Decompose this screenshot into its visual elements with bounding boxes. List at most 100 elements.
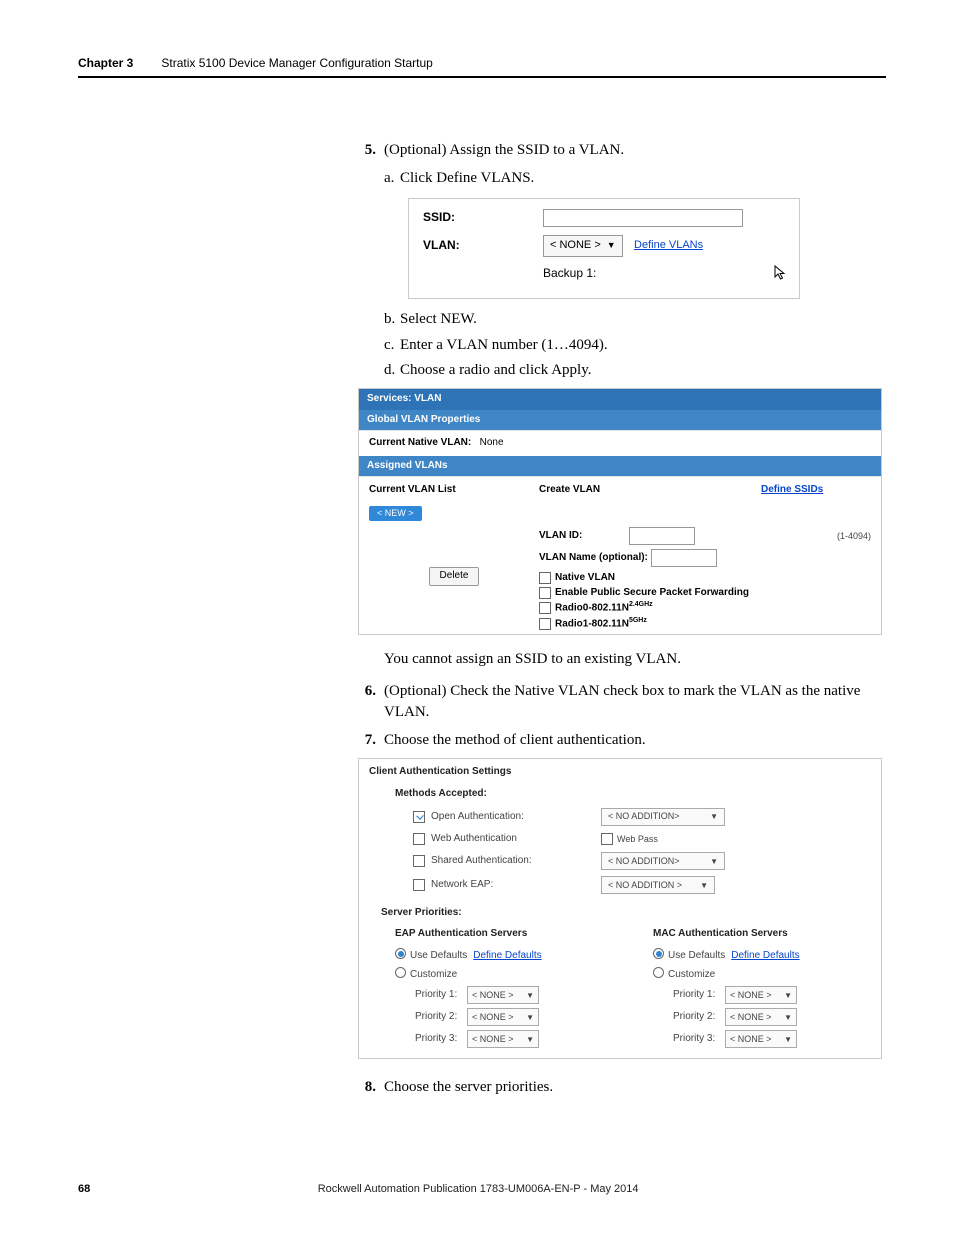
web-pass-label: Web Pass (617, 833, 658, 846)
mac-priority2-select[interactable]: < NONE >▼ (725, 1008, 797, 1026)
network-eap-select[interactable]: < NO ADDITION >▼ (601, 876, 715, 894)
eap-use-defaults-radio[interactable] (395, 948, 406, 959)
mac-use-defaults-radio[interactable] (653, 948, 664, 959)
step-text: (Optional) Assign the SSID to a VLAN. (384, 140, 624, 162)
chevron-down-icon: ▼ (700, 880, 708, 892)
chevron-down-icon: ▼ (526, 1012, 534, 1024)
open-auth-checkbox[interactable] (413, 811, 425, 823)
delete-button[interactable]: Delete (429, 567, 480, 586)
step-5d: d.Choose a radio and click Apply. (384, 360, 886, 382)
chapter-title: Stratix 5100 Device Manager Configuratio… (161, 56, 432, 70)
priority3-label: Priority 3: (673, 1032, 725, 1047)
priority1-label: Priority 1: (673, 988, 725, 1003)
chevron-down-icon: ▼ (607, 239, 616, 252)
create-vlan-header: Create VLAN (539, 483, 761, 498)
eap-priority2-select[interactable]: < NONE >▼ (467, 1008, 539, 1026)
open-auth-label: Open Authentication: (431, 810, 601, 825)
client-auth-title: Client Authentication Settings (369, 765, 871, 780)
eap-priority3-select[interactable]: < NONE >▼ (467, 1030, 539, 1048)
ssid-label: SSID: (423, 209, 543, 226)
mac-priority3-select[interactable]: < NONE >▼ (725, 1030, 797, 1048)
page-header: Chapter 3 Stratix 5100 Device Manager Co… (78, 56, 886, 78)
current-vlan-list-header: Current VLAN List (369, 483, 539, 498)
chevron-down-icon: ▼ (710, 811, 718, 823)
cursor-icon (774, 265, 785, 281)
shared-auth-label: Shared Authentication: (431, 854, 601, 869)
step-text: Choose the method of client authenticati… (384, 730, 646, 752)
vlan-select-value: < NONE > (550, 238, 601, 254)
vlan-name-label: VLAN Name (optional): (539, 551, 648, 566)
substep-text: Click Define VLANS. (400, 170, 534, 186)
web-auth-checkbox[interactable] (413, 833, 425, 845)
step-text: (Optional) Check the Native VLAN check b… (384, 681, 886, 725)
ssid-input[interactable] (543, 209, 743, 227)
vlan-name-input[interactable] (651, 549, 717, 567)
priority1-label: Priority 1: (415, 988, 467, 1003)
global-vlan-properties-header: Global VLAN Properties (359, 410, 881, 431)
radio1-checkbox[interactable] (539, 618, 551, 630)
current-native-vlan-value: None (480, 437, 504, 448)
chevron-down-icon: ▼ (526, 1034, 534, 1046)
chevron-down-icon: ▼ (784, 990, 792, 1002)
step-6: 6. (Optional) Check the Native VLAN chec… (358, 681, 886, 725)
web-auth-label: Web Authentication (431, 832, 601, 847)
use-defaults-label: Use Defaults (410, 950, 467, 961)
screenshot-ssid-vlan: SSID: VLAN: < NONE > ▼ Define VLANs Back… (408, 198, 800, 299)
step-text: Choose the server priorities. (384, 1077, 553, 1099)
step-5a: a.Click Define VLANS. (384, 168, 886, 190)
customize-label: Customize (410, 969, 457, 980)
open-auth-select[interactable]: < NO ADDITION>▼ (601, 808, 725, 826)
chevron-down-icon: ▼ (710, 856, 718, 868)
mac-priority1-select[interactable]: < NONE >▼ (725, 986, 797, 1004)
eap-servers-header: EAP Authentication Servers (395, 927, 613, 942)
mac-define-defaults-link[interactable]: Define Defaults (731, 950, 799, 961)
chapter-label: Chapter 3 (78, 56, 133, 70)
step-5b: b.Select NEW. (384, 309, 886, 331)
eap-customize-radio[interactable] (395, 967, 406, 978)
eap-define-defaults-link[interactable]: Define Defaults (473, 950, 541, 961)
step-number: 8. (358, 1077, 376, 1099)
page-footer: 68 Rockwell Automation Publication 1783-… (0, 1183, 954, 1195)
substep-text: Enter a VLAN number (1…4094). (400, 337, 608, 353)
define-vlans-link[interactable]: Define VLANs (634, 239, 703, 251)
panel-title: Services: VLAN (359, 389, 881, 410)
customize-label: Customize (668, 969, 715, 980)
use-defaults-label: Use Defaults (668, 950, 725, 961)
vlan-select[interactable]: < NONE > ▼ (543, 235, 623, 257)
step-7: 7. Choose the method of client authentic… (358, 730, 886, 752)
step-5: 5. (Optional) Assign the SSID to a VLAN. (358, 140, 886, 162)
epspf-label: Enable Public Secure Packet Forwarding (555, 586, 749, 601)
new-button[interactable]: < NEW > (369, 506, 422, 521)
epspf-checkbox[interactable] (539, 587, 551, 599)
shared-auth-select[interactable]: < NO ADDITION>▼ (601, 852, 725, 870)
eap-priority1-select[interactable]: < NONE >▼ (467, 986, 539, 1004)
native-vlan-checkbox[interactable] (539, 572, 551, 584)
methods-accepted-header: Methods Accepted: (395, 787, 871, 802)
define-ssids-link[interactable]: Define SSIDs (761, 484, 823, 495)
screenshot-services-vlan: Services: VLAN Global VLAN Properties Cu… (358, 388, 882, 635)
eap-column: EAP Authentication Servers Use Defaults D… (395, 927, 613, 1049)
chevron-down-icon: ▼ (784, 1012, 792, 1024)
chevron-down-icon: ▼ (526, 990, 534, 1002)
mac-customize-radio[interactable] (653, 967, 664, 978)
mac-column: MAC Authentication Servers Use DefaultsD… (653, 927, 871, 1049)
native-vlan-label: Native VLAN (555, 571, 615, 586)
vlan-id-input[interactable] (629, 527, 695, 545)
publication-info: Rockwell Automation Publication 1783-UM0… (90, 1183, 866, 1195)
step-5c: c.Enter a VLAN number (1…4094). (384, 335, 886, 357)
backup-label: Backup 1: (543, 265, 732, 282)
web-pass-checkbox[interactable] (601, 833, 613, 845)
network-eap-checkbox[interactable] (413, 879, 425, 891)
priority3-label: Priority 3: (415, 1032, 467, 1047)
shared-auth-checkbox[interactable] (413, 855, 425, 867)
radio0-checkbox[interactable] (539, 602, 551, 614)
step-8: 8. Choose the server priorities. (358, 1077, 886, 1099)
substep-text: Choose a radio and click Apply. (400, 362, 591, 378)
vlan-id-range: (1-4094) (837, 530, 871, 543)
vlan-label: VLAN: (423, 237, 543, 254)
step-number: 6. (358, 681, 376, 725)
step-number: 7. (358, 730, 376, 752)
radio0-label: Radio0-802.11N2.4GHz (555, 600, 653, 616)
page-number: 68 (78, 1183, 90, 1195)
priority2-label: Priority 2: (415, 1010, 467, 1025)
